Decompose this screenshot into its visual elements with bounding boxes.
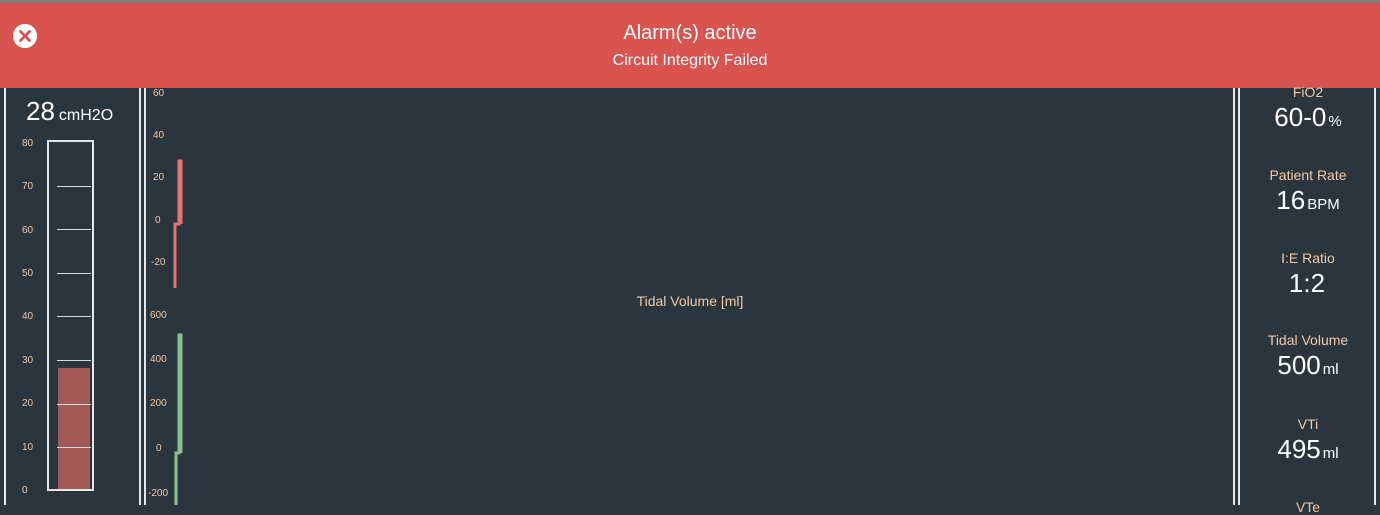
readout-value: 495 ml (1277, 434, 1339, 464)
readout-label: FiO2 (1292, 84, 1324, 100)
readout-vti: VTi 495 ml (1242, 416, 1374, 465)
readout-fio2: FiO2 60-0% (1242, 84, 1374, 133)
readout-value: 16 BPM (1276, 185, 1340, 215)
readout-value: 60-0% (1274, 102, 1342, 132)
volume-waveform (174, 333, 183, 505)
readout-value: 1:2 (1288, 268, 1326, 298)
readout-label: Patient Rate (1269, 167, 1347, 183)
alarm-banner: Alarm(s) active Circuit Integrity Failed (0, 3, 1380, 88)
alarm-message: Circuit Integrity Failed (612, 52, 768, 69)
readout-label: VTe (1295, 499, 1321, 515)
readout-vte: VTe (1242, 499, 1374, 515)
readout-label: Tidal Volume (1267, 332, 1349, 348)
readout-patient-rate: Patient Rate 16 BPM (1242, 167, 1374, 216)
pressure-waveform (173, 159, 183, 288)
alarm-title: Alarm(s) active (623, 22, 757, 44)
monitor-main: 28 cmH2O 80 70 60 50 40 30 20 10 0 60 40 … (0, 84, 1380, 515)
readout-label: I:E Ratio (1281, 250, 1335, 266)
readout-value: 500 ml (1277, 350, 1339, 380)
readout-ie-ratio: I:E Ratio 1:2 (1242, 250, 1374, 299)
waveform-plot (173, 159, 183, 505)
readout-tidal-volume: Tidal Volume 500 ml (1242, 332, 1374, 381)
readout-label: VTi (1297, 416, 1319, 432)
